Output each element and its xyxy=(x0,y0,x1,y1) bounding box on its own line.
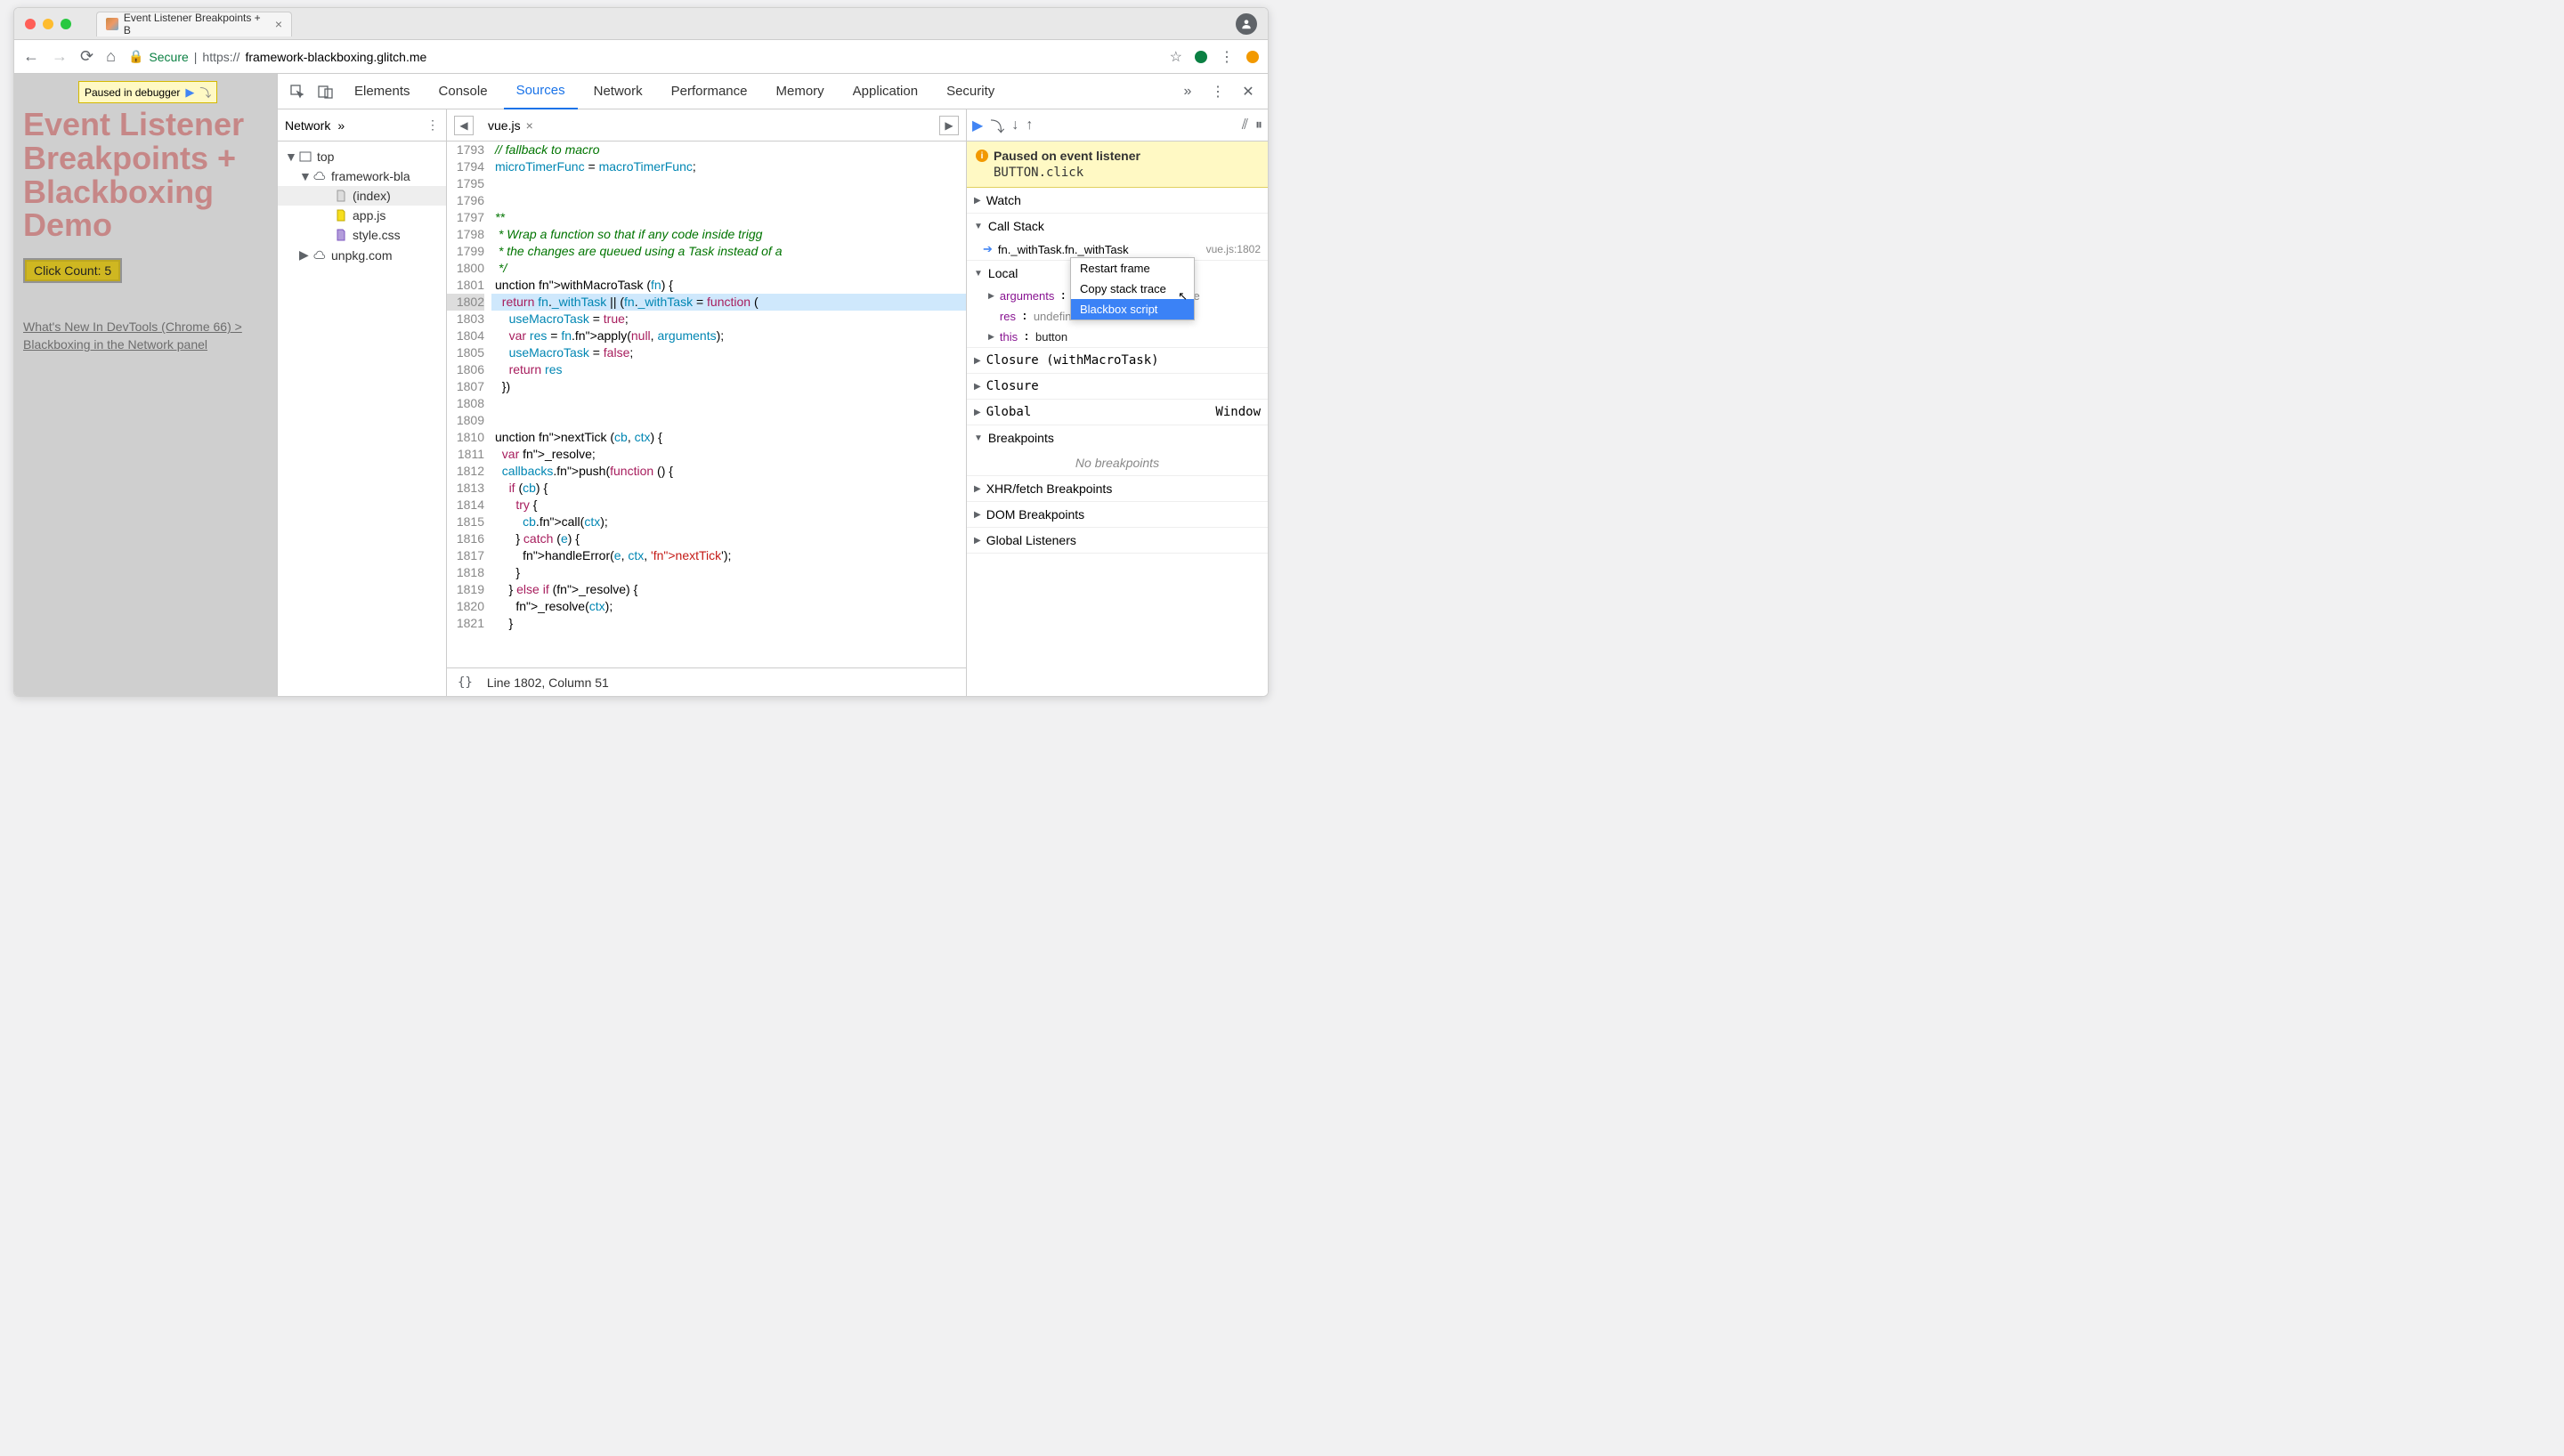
device-icon[interactable] xyxy=(313,79,338,104)
editor-tab-close-icon[interactable]: × xyxy=(526,118,533,133)
ctx-copy-stack[interactable]: Copy stack trace xyxy=(1071,279,1194,299)
url-host: framework-blackboxing.glitch.me xyxy=(245,50,426,64)
tab-elements[interactable]: Elements xyxy=(342,74,423,109)
url-proto: https:// xyxy=(202,50,239,64)
tab-console[interactable]: Console xyxy=(426,74,500,109)
paused-label: Paused in debugger xyxy=(85,86,180,99)
page-content: Paused in debugger ▶ ⤵ Event Listener Br… xyxy=(14,74,278,696)
step-out-icon[interactable]: ↑ xyxy=(1026,117,1033,133)
inspect-icon[interactable] xyxy=(285,79,310,104)
mouse-cursor-icon: ↖ xyxy=(1178,289,1188,303)
callstack-section[interactable]: ▼Call Stack xyxy=(967,214,1268,239)
browser-tab[interactable]: Event Listener Breakpoints + B × xyxy=(96,12,292,36)
step-icon[interactable]: ⤵ xyxy=(199,84,211,101)
minimize-window-icon[interactable] xyxy=(43,19,53,29)
account-icon[interactable] xyxy=(1236,13,1257,35)
closure1-section[interactable]: ▶Closure (withMacroTask) xyxy=(967,348,1268,373)
step-over-icon[interactable]: ⤵ xyxy=(990,115,1004,136)
nav-right-icon[interactable]: ▶ xyxy=(939,116,959,135)
tab-title: Event Listener Breakpoints + B xyxy=(124,12,270,36)
close-devtools-icon[interactable]: ✕ xyxy=(1236,79,1261,104)
click-count-button[interactable]: Click Count: 5 xyxy=(23,258,122,283)
editor-panel: ◀ vue.js× ▶ 1793179417951796179717981799… xyxy=(447,109,967,696)
reload-button[interactable]: ⟳ xyxy=(80,47,93,66)
global-section[interactable]: ▶GlobalWindow xyxy=(967,400,1268,425)
tab-sources[interactable]: Sources xyxy=(504,74,578,109)
watch-section[interactable]: ▶Watch xyxy=(967,188,1268,213)
home-button[interactable]: ⌂ xyxy=(106,47,116,66)
pause-info: iPaused on event listener BUTTON.click xyxy=(967,142,1268,188)
code-editor[interactable]: 1793179417951796179717981799180018011802… xyxy=(447,142,966,667)
tab-performance[interactable]: Performance xyxy=(659,74,760,109)
devtools-tabs: Elements Console Sources Network Perform… xyxy=(278,74,1268,109)
close-window-icon[interactable] xyxy=(25,19,36,29)
context-menu: Restart frame Copy stack trace Blackbox … xyxy=(1070,257,1195,320)
tab-memory[interactable]: Memory xyxy=(764,74,837,109)
editor-tab[interactable]: vue.js× xyxy=(481,116,540,135)
page-title: Event Listener Breakpoints + Blackboxing… xyxy=(23,108,268,242)
no-breakpoints: No breakpoints xyxy=(967,450,1268,475)
file-tree-panel: Network » ⋮ ▼top ▼framework-bla (index) … xyxy=(278,109,447,696)
address-bar: ← → ⟳ ⌂ 🔒 Secure | https://framework-bla… xyxy=(14,40,1268,74)
resume-icon[interactable]: ▶ xyxy=(185,85,194,100)
info-icon: i xyxy=(976,150,988,162)
scope-this[interactable]: ▶this: button xyxy=(967,327,1268,347)
addr-actions: ☆ ⋮ xyxy=(1170,48,1259,66)
tree-file-stylecss[interactable]: style.css xyxy=(278,225,446,245)
dom-bp-section[interactable]: ▶DOM Breakpoints xyxy=(967,502,1268,527)
tab-network[interactable]: Network xyxy=(581,74,655,109)
ctx-restart-frame[interactable]: Restart frame xyxy=(1071,258,1194,279)
global-listeners-section[interactable]: ▶Global Listeners xyxy=(967,528,1268,553)
resume-button[interactable]: ▶ xyxy=(972,117,983,134)
settings-icon[interactable]: ⋮ xyxy=(1205,79,1230,104)
format-icon[interactable]: {} xyxy=(458,675,473,690)
pause-exceptions-icon[interactable]: ⏸ xyxy=(1255,117,1262,133)
tab-security[interactable]: Security xyxy=(934,74,1007,109)
paused-overlay: Paused in debugger ▶ ⤵ xyxy=(78,81,217,103)
back-button[interactable]: ← xyxy=(23,47,39,66)
devtools: Elements Console Sources Network Perform… xyxy=(278,74,1268,696)
filetree-tab[interactable]: Network xyxy=(285,118,330,133)
tree-file-index[interactable]: (index) xyxy=(278,186,446,206)
maximize-window-icon[interactable] xyxy=(61,19,71,29)
nav-left-icon[interactable]: ◀ xyxy=(454,116,474,135)
ctx-blackbox-script[interactable]: Blackbox script xyxy=(1071,299,1194,320)
titlebar: Event Listener Breakpoints + B × xyxy=(14,8,1268,40)
deactivate-bp-icon[interactable]: ⫽ xyxy=(1242,117,1248,133)
closure2-section[interactable]: ▶Closure xyxy=(967,374,1268,399)
filetree-menu-icon[interactable]: ⋮ xyxy=(426,117,439,133)
debugger-panel: ▶ ⤵ ↓ ↑ ⫽ ⏸ iPaused on event listener BU… xyxy=(967,109,1268,696)
breakpoints-section[interactable]: ▼Breakpoints xyxy=(967,425,1268,450)
menu-icon[interactable]: ⋮ xyxy=(1220,48,1234,66)
traffic-lights xyxy=(25,19,71,29)
more-panes-icon[interactable]: » xyxy=(337,118,345,133)
step-into-icon[interactable]: ↓ xyxy=(1011,117,1018,133)
extension-green-icon[interactable] xyxy=(1195,51,1207,63)
tree-top[interactable]: ▼top xyxy=(278,147,446,166)
cursor-position: Line 1802, Column 51 xyxy=(487,675,609,690)
tab-close-icon[interactable]: × xyxy=(275,17,282,31)
xhr-bp-section[interactable]: ▶XHR/fetch Breakpoints xyxy=(967,476,1268,501)
forward-button[interactable]: → xyxy=(52,47,68,66)
lock-icon: 🔒 xyxy=(128,49,143,64)
extension-orange-icon[interactable] xyxy=(1246,51,1259,63)
more-tabs-icon[interactable]: » xyxy=(1175,79,1200,104)
secure-label: Secure xyxy=(149,50,188,64)
tree-file-appjs[interactable]: app.js xyxy=(278,206,446,225)
tree-cdn[interactable]: ▶unpkg.com xyxy=(278,245,446,265)
pause-target: BUTTON.click xyxy=(994,166,1259,180)
browser-window: Event Listener Breakpoints + B × ← → ⟳ ⌂… xyxy=(13,7,1269,697)
tree-domain[interactable]: ▼framework-bla xyxy=(278,166,446,186)
page-link[interactable]: What's New In DevTools (Chrome 66) > Bla… xyxy=(23,319,268,353)
bookmark-icon[interactable]: ☆ xyxy=(1170,48,1182,66)
url-field[interactable]: 🔒 Secure | https://framework-blackboxing… xyxy=(128,49,1157,64)
tab-application[interactable]: Application xyxy=(840,74,930,109)
current-frame-icon: ➔ xyxy=(983,242,993,256)
favicon-icon xyxy=(106,18,118,30)
